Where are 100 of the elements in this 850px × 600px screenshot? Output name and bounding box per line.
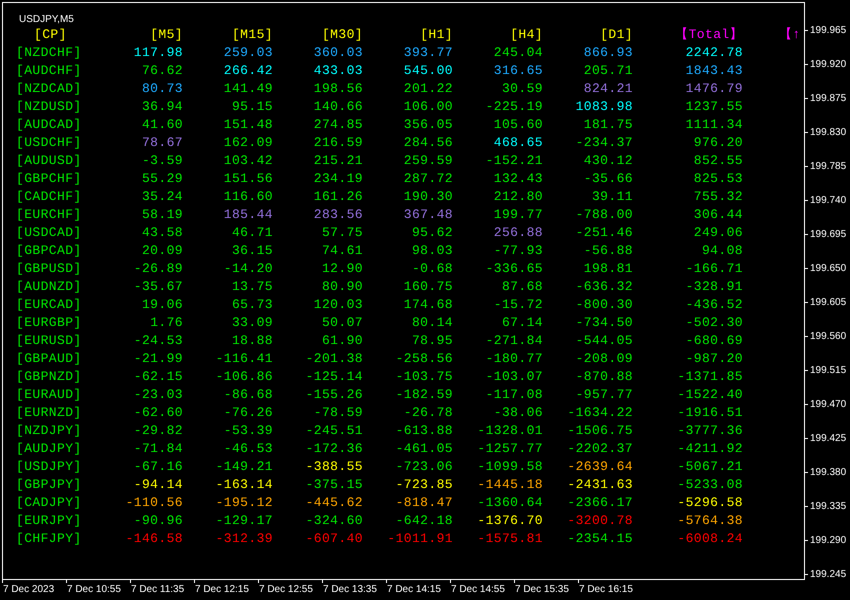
pair-label: [NZDCAD]	[16, 81, 82, 96]
table-cell: -234.37	[576, 134, 633, 152]
table-cell: -800.30	[576, 296, 633, 314]
table-cell: 19.06	[142, 296, 183, 314]
table-cell: -3200.78	[567, 512, 633, 530]
table-cell: 151.48	[224, 116, 273, 134]
table-cell: 78.95	[412, 332, 453, 350]
table-cell: -336.65	[486, 260, 543, 278]
table-cell: -388.55	[306, 458, 363, 476]
table-cell: -195.12	[216, 494, 273, 512]
table-cell: 18.88	[232, 332, 273, 350]
table-cell: 393.77	[404, 44, 453, 62]
table-cell: 825.53	[694, 170, 743, 188]
table-cell: 160.75	[404, 278, 453, 296]
table-cell: 20.09	[142, 242, 183, 260]
table-cell: -2366.17	[567, 494, 633, 512]
pair-label: [CADJPY]	[16, 495, 82, 510]
table-cell: 468.65	[494, 134, 543, 152]
table-cell: -734.50	[576, 314, 633, 332]
pair-label: [GBPUSD]	[16, 261, 82, 276]
table-cell: -251.46	[576, 224, 633, 242]
table-cell: 259.59	[404, 152, 453, 170]
table-cell: 367.48	[404, 206, 453, 224]
table-cell: 98.03	[412, 242, 453, 260]
price-label: 199.650	[810, 262, 846, 276]
table-cell: -1257.77	[477, 440, 543, 458]
table-cell: 80.14	[412, 314, 453, 332]
table-cell: -987.20	[686, 350, 743, 368]
table-cell: 162.09	[224, 134, 273, 152]
table-cell: -76.26	[224, 404, 273, 422]
table-cell: 852.55	[694, 152, 743, 170]
table-cell: 234.19	[314, 170, 363, 188]
table-cell: 190.30	[404, 188, 453, 206]
column-header: [M15]	[232, 26, 273, 44]
table-cell: 106.00	[404, 98, 453, 116]
table-cell: -24.53	[134, 332, 183, 350]
price-label: 199.290	[810, 534, 846, 548]
table-cell: -502.30	[686, 314, 743, 332]
table-cell: 80.90	[322, 278, 363, 296]
table-cell: -146.58	[126, 530, 183, 548]
pair-label: [AUDCAD]	[16, 117, 82, 132]
column-header: 【Total】	[675, 26, 743, 44]
table-cell: -723.06	[396, 458, 453, 476]
table-cell: 95.15	[232, 98, 273, 116]
table-cell: -957.77	[576, 386, 633, 404]
price-label: 199.695	[810, 228, 846, 242]
table-cell: -163.14	[216, 476, 273, 494]
table-cell: -201.38	[306, 350, 363, 368]
table-cell: 185.44	[224, 206, 273, 224]
table-cell: 976.20	[694, 134, 743, 152]
table-cell: -180.77	[486, 350, 543, 368]
table-cell: -4211.92	[677, 440, 743, 458]
table-cell: 545.00	[404, 62, 453, 80]
table-cell: -116.41	[216, 350, 273, 368]
table-cell: -436.52	[686, 296, 743, 314]
table-cell: -1634.22	[567, 404, 633, 422]
table-cell: 151.56	[224, 170, 273, 188]
table-cell: 87.68	[502, 278, 543, 296]
table-cell: -125.14	[306, 368, 363, 386]
table-cell: 256.88	[494, 224, 543, 242]
time-label: 7 Dec 14:15	[386, 583, 442, 597]
price-label: 199.380	[810, 466, 846, 480]
table-cell: -103.75	[396, 368, 453, 386]
table-cell: -613.88	[396, 422, 453, 440]
table-cell: -149.21	[216, 458, 273, 476]
table-cell: -1506.75	[567, 422, 633, 440]
table-cell: -77.93	[494, 242, 543, 260]
table-cell: -607.40	[306, 530, 363, 548]
pair-label: [NZDUSD]	[16, 99, 82, 114]
table-cell: 360.03	[314, 44, 363, 62]
table-cell: -26.89	[134, 260, 183, 278]
table-cell: 116.60	[224, 188, 273, 206]
column-header: [D1]	[600, 26, 633, 44]
table-cell: -245.51	[306, 422, 363, 440]
table-cell: -182.59	[396, 386, 453, 404]
time-label: 7 Dec 16:15	[578, 583, 634, 597]
table-cell: 35.24	[142, 188, 183, 206]
table-cell: -2202.37	[567, 440, 633, 458]
table-cell: 36.15	[232, 242, 273, 260]
price-label: 199.245	[810, 568, 846, 582]
price-label: 199.515	[810, 364, 846, 378]
table-cell: -46.53	[224, 440, 273, 458]
table-cell: -225.19	[486, 98, 543, 116]
pair-label: [AUDUSD]	[16, 153, 82, 168]
price-label: 199.560	[810, 330, 846, 344]
price-label: 199.335	[810, 500, 846, 514]
table-cell: -1360.64	[477, 494, 543, 512]
table-cell: -2431.63	[567, 476, 633, 494]
table-cell: 140.66	[314, 98, 363, 116]
pair-label: [CADCHF]	[16, 189, 82, 204]
table-cell: -172.36	[306, 440, 363, 458]
table-cell: 1476.79	[686, 80, 743, 98]
table-cell: -1522.40	[677, 386, 743, 404]
table-cell: -62.15	[134, 368, 183, 386]
pair-label: [NZDJPY]	[16, 423, 82, 438]
table-cell: 283.56	[314, 206, 363, 224]
table-cell: 65.73	[232, 296, 273, 314]
table-cell: 284.56	[404, 134, 453, 152]
pair-label: [GBPNZD]	[16, 369, 82, 384]
chart-title: USDJPY,M5	[19, 14, 74, 25]
